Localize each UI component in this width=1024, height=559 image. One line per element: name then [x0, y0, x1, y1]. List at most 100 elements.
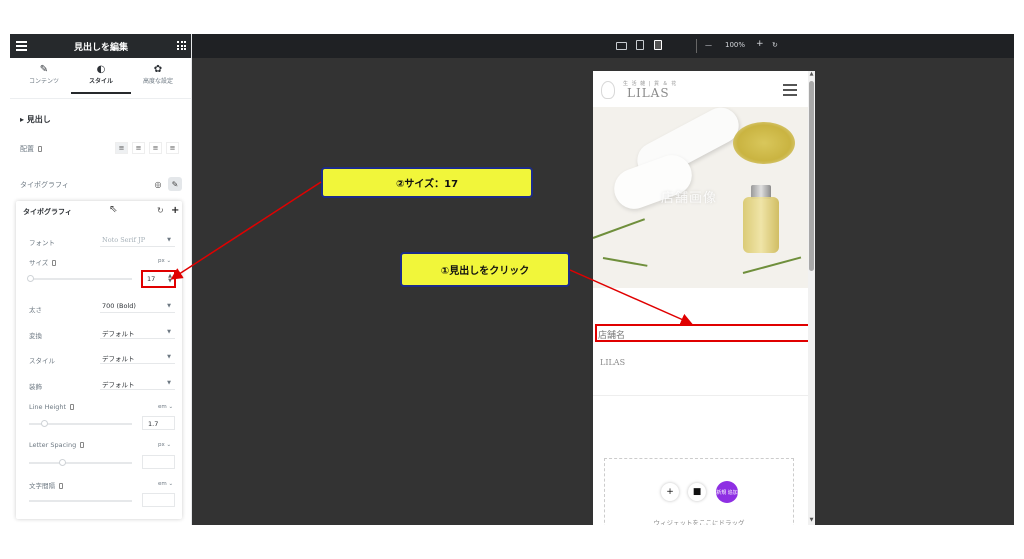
- letter-spacing-slider[interactable]: [29, 459, 132, 466]
- line-height-slider[interactable]: [29, 420, 132, 427]
- tab-content[interactable]: ✎ コンテンツ: [14, 64, 74, 96]
- apps-grid-icon[interactable]: [177, 41, 186, 50]
- alignment-text: 配置: [20, 145, 34, 153]
- add-section-button[interactable]: +: [661, 483, 679, 501]
- mobile-icon[interactable]: [654, 40, 662, 50]
- logo-flower-icon: [601, 81, 615, 99]
- scroll-up-icon[interactable]: ▲: [808, 71, 815, 77]
- section-heading[interactable]: ▸ 見出し: [20, 114, 51, 125]
- new-add-button[interactable]: 新規 追加: [716, 481, 738, 503]
- font-label: フォント: [29, 239, 55, 247]
- dropzone-text: ウィジェットをここにドラッグ: [653, 519, 745, 525]
- hero-heading[interactable]: 店舗画像: [661, 187, 717, 206]
- tab-label: スタイル: [88, 78, 113, 85]
- transform-select[interactable]: デフォルト ▼: [100, 326, 175, 339]
- zoom-out-button[interactable]: —: [705, 41, 712, 49]
- caret-down-icon: ▼: [167, 354, 171, 360]
- store-name-heading[interactable]: 店舗名: [595, 324, 813, 342]
- word-spacing-text: 文字間隔: [29, 482, 55, 490]
- herb-leaf: [593, 218, 646, 239]
- tablet-icon[interactable]: [636, 40, 644, 50]
- weight-value: 700 (Bold): [102, 302, 136, 310]
- size-slider[interactable]: [27, 275, 132, 282]
- caret-down-icon: ▼: [167, 237, 171, 243]
- globe-icon[interactable]: ◎: [151, 177, 165, 191]
- letter-spacing-unit[interactable]: px ⌄: [158, 442, 171, 448]
- reset-icon[interactable]: ↻: [157, 206, 164, 215]
- decoration-label: 装飾: [29, 383, 42, 391]
- template-folder-icon[interactable]: ■: [688, 483, 706, 501]
- line-height-text: Line Height: [29, 403, 67, 411]
- tab-label: コンテンツ: [28, 78, 59, 85]
- brand-text[interactable]: LILAS: [600, 358, 625, 367]
- decoration-select[interactable]: デフォルト ▼: [100, 377, 175, 390]
- popover-title: タイポグラフィ: [23, 208, 72, 216]
- toolbar-divider: [696, 39, 697, 53]
- transform-label: 変換: [29, 332, 42, 340]
- pencil-icon: ✎: [39, 64, 49, 75]
- size-label: サイズ: [29, 257, 57, 267]
- mouse-cursor-icon: ⇖: [109, 204, 118, 215]
- align-left-button[interactable]: ≡: [115, 142, 128, 154]
- slider-knob[interactable]: [59, 459, 66, 466]
- size-input[interactable]: 17 ▲ ▼: [141, 270, 176, 288]
- site-logo[interactable]: LILAS: [627, 86, 670, 100]
- spinner-icon[interactable]: ▲ ▼: [168, 274, 172, 284]
- device-icon[interactable]: [70, 404, 75, 410]
- style-label: スタイル: [29, 357, 55, 365]
- herb-leaf: [602, 257, 648, 267]
- site-header: 生 活 雑 | 貨 ＆ 花 LILAS: [593, 71, 808, 107]
- align-justify-button[interactable]: ≡: [166, 142, 179, 154]
- align-right-button[interactable]: ≡: [149, 142, 162, 154]
- reset-zoom-button[interactable]: ↻: [772, 41, 778, 49]
- alignment-label: 配置: [20, 144, 42, 154]
- word-spacing-unit[interactable]: em ⌄: [158, 481, 173, 487]
- line-height-input[interactable]: 1.7: [142, 416, 175, 430]
- desktop-icon[interactable]: [616, 42, 627, 50]
- word-spacing-input[interactable]: [142, 493, 175, 507]
- device-icon[interactable]: [80, 442, 85, 448]
- style-value: デフォルト: [102, 355, 135, 363]
- tab-style[interactable]: ◐ スタイル: [71, 64, 131, 94]
- size-value: 17: [147, 275, 156, 283]
- caret-down-icon: ▼: [167, 380, 171, 386]
- font-value: Noto Serif JP: [102, 236, 146, 244]
- line-height-unit[interactable]: em ⌄: [158, 404, 173, 410]
- alignment-group: ≡ ≡ ≡ ≡: [115, 142, 179, 154]
- zoom-in-button[interactable]: +: [756, 39, 764, 49]
- word-spacing-slider[interactable]: [29, 500, 132, 502]
- add-icon[interactable]: +: [171, 205, 179, 216]
- typography-label: タイポグラフィ: [20, 181, 69, 189]
- slider-knob[interactable]: [27, 275, 34, 282]
- decoration-value: デフォルト: [102, 381, 135, 389]
- align-center-button[interactable]: ≡: [132, 142, 145, 154]
- word-spacing-label: 文字間隔: [29, 480, 63, 490]
- panel-title: 見出しを編集: [73, 43, 128, 53]
- scroll-thumb[interactable]: [809, 81, 814, 271]
- slider-knob[interactable]: [41, 420, 48, 427]
- device-icon[interactable]: [38, 146, 42, 152]
- letter-spacing-input[interactable]: [142, 455, 175, 469]
- scrollbar[interactable]: ▲ ▼: [808, 71, 815, 525]
- panel-tabs: ✎ コンテンツ ◐ スタイル ✿ 高度な設定: [10, 64, 191, 96]
- letter-spacing-text: Letter Spacing: [29, 441, 77, 449]
- tab-label: 高度な設定: [142, 78, 173, 85]
- mobile-preview: 生 活 雑 | 貨 ＆ 花 LILAS 店舗画像 店舗名 LILAS + ■ 新…: [593, 71, 815, 525]
- callout-click-heading: ①見出しをクリック: [400, 252, 570, 287]
- caret-down-icon: ▼: [167, 303, 171, 309]
- weight-label: 太さ: [29, 306, 42, 314]
- callout-size: ②サイズ：17: [321, 167, 533, 198]
- edit-pencil-icon[interactable]: ✎: [168, 177, 182, 191]
- tab-advanced[interactable]: ✿ 高度な設定: [128, 64, 188, 96]
- scroll-down-icon[interactable]: ▼: [808, 517, 815, 523]
- style-select[interactable]: デフォルト ▼: [100, 351, 175, 364]
- hamburger-menu-icon[interactable]: [783, 84, 797, 99]
- panel-header: 見出しを編集: [10, 34, 191, 58]
- font-select[interactable]: Noto Serif JP ▼: [100, 234, 175, 247]
- size-unit[interactable]: px ⌄: [158, 258, 171, 264]
- weight-select[interactable]: 700 (Bold) ▼: [100, 300, 175, 313]
- divider: [593, 395, 808, 396]
- device-icon[interactable]: [59, 483, 63, 489]
- device-icon[interactable]: [52, 260, 57, 266]
- widget-dropzone[interactable]: + ■ 新規 追加 ウィジェットをここにドラッグ: [604, 458, 794, 525]
